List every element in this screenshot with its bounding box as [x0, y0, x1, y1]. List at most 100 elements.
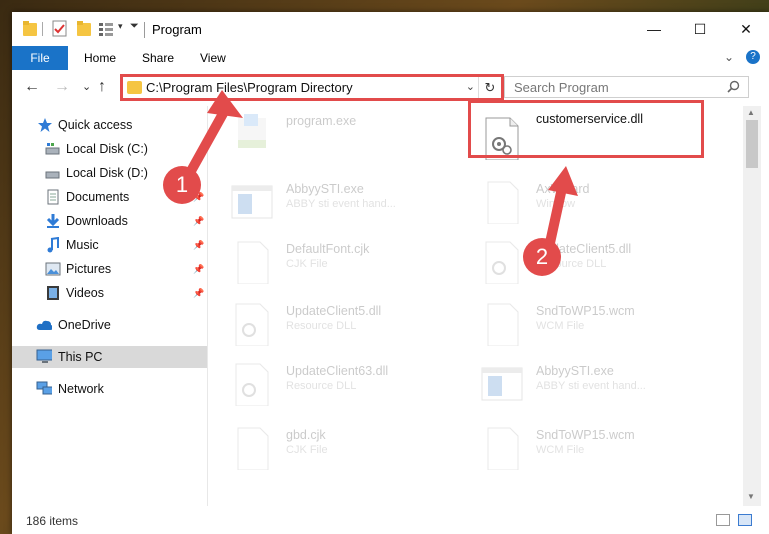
close-button[interactable]: ✕: [723, 12, 769, 46]
forward-button[interactable]: →: [54, 78, 70, 96]
file-item[interactable]: AbbyySTI.exe ABBY sti event hand...: [480, 358, 720, 408]
file-name: UpdateClient63.dll: [286, 364, 389, 378]
recent-locations-button[interactable]: ⌄: [82, 80, 91, 93]
file-item[interactable]: AbbyySTI.exe ABBY sti event hand...: [230, 176, 470, 226]
nav-label: Documents: [66, 190, 130, 204]
computer-icon: [36, 349, 52, 363]
file-item[interactable]: UpdateClient5.dll Resource DLL: [480, 236, 720, 286]
refresh-button[interactable]: ↻: [478, 77, 501, 98]
dll-gear-icon: [485, 241, 519, 284]
file-item[interactable]: UpdateClient5.dll Resource DLL: [230, 298, 470, 348]
file-type: ABBY sti event hand...: [286, 198, 396, 210]
drive-icon: [45, 171, 60, 179]
expand-ribbon-icon[interactable]: ⌄: [724, 50, 734, 64]
file-type: ABBY sti event hand...: [536, 380, 646, 392]
search-placeholder: Search Program: [514, 80, 609, 95]
new-folder-icon[interactable]: [76, 20, 92, 38]
app-window-icon: [231, 185, 273, 219]
view-options-icon[interactable]: [98, 20, 114, 38]
item-count: 186 items: [26, 514, 79, 528]
file-name: program.exe: [286, 114, 357, 128]
nav-label: This PC: [58, 350, 103, 364]
app-window-icon: [481, 367, 523, 401]
pictures-icon: [45, 262, 61, 276]
explorer-window: ▾ ⏷ Program — ☐ ✕ File Home Share View ⌄…: [12, 12, 769, 534]
window-title: Program: [152, 22, 202, 37]
customize-qa-dropdown-icon[interactable]: ▾: [118, 21, 123, 32]
nav-label: Videos: [66, 286, 104, 300]
music-icon: [47, 237, 59, 253]
file-type: Window: [536, 198, 576, 210]
nav-label: Local Disk (C:): [66, 142, 148, 156]
blank-file-icon: [487, 181, 519, 224]
file-item[interactable]: DefaultFont.cjk CJK File: [230, 236, 470, 286]
pin-icon[interactable]: 📌: [193, 264, 204, 275]
nav-item-onedrive[interactable]: OneDrive: [12, 314, 207, 336]
network-icon: [36, 381, 52, 395]
file-name: DefaultFont.cjk: [286, 242, 370, 256]
file-name: AbbyySTI.exe: [286, 182, 364, 196]
file-type: WCM File: [536, 444, 585, 456]
tiles-view-icon[interactable]: [738, 514, 752, 526]
nav-label: Music: [66, 238, 99, 252]
nav-item-music[interactable]: Music 📌: [12, 234, 207, 256]
nav-label: Local Disk (D:): [66, 166, 148, 180]
nav-label: Network: [58, 382, 104, 396]
nav-item-this-pc[interactable]: This PC: [12, 346, 207, 368]
address-path[interactable]: C:\Program Files\Program Directory: [146, 80, 353, 95]
file-name: gbd.cjk: [286, 428, 326, 442]
customize-qa-icon[interactable]: ⏷: [130, 20, 139, 33]
pin-icon[interactable]: 📌: [193, 216, 204, 227]
cloud-icon: [36, 320, 52, 330]
file-item[interactable]: AxWizard Window: [480, 176, 720, 226]
back-button[interactable]: ←: [24, 78, 40, 96]
file-item[interactable]: program.exe: [230, 108, 470, 158]
documents-icon: [47, 189, 59, 205]
scroll-up-icon[interactable]: ▲: [747, 108, 755, 117]
file-list: program.exe customerservice.dll AbbyySTI…: [208, 106, 743, 506]
nav-item-videos[interactable]: Videos 📌: [12, 282, 207, 304]
address-bar[interactable]: C:\Program Files\Program Directory ⌄ ↻: [120, 74, 504, 101]
help-icon[interactable]: ?: [746, 50, 760, 64]
file-item[interactable]: SndToWP15.wcm WCM File: [480, 422, 720, 472]
nav-item-local-disk-c[interactable]: Local Disk (C:): [12, 138, 207, 160]
search-input[interactable]: Search Program: [504, 76, 749, 98]
file-item[interactable]: gbd.cjk CJK File: [230, 422, 470, 472]
file-type: Resource DLL: [286, 320, 357, 332]
scrollbar-thumb[interactable]: [746, 120, 758, 168]
nav-label: Quick access: [58, 118, 133, 132]
nav-label: Downloads: [66, 214, 128, 228]
drive-icon: [45, 143, 60, 155]
file-item[interactable]: UpdateClient63.dll Resource DLL: [230, 358, 470, 408]
download-icon: [46, 214, 60, 228]
tab-home[interactable]: Home: [70, 46, 130, 70]
pin-icon[interactable]: 📌: [193, 288, 204, 299]
highlight-box-file: [468, 100, 704, 158]
scroll-down-icon[interactable]: ▼: [747, 492, 755, 501]
search-icon[interactable]: [727, 80, 740, 93]
details-view-icon[interactable]: [716, 514, 730, 526]
file-item[interactable]: SndToWP15.wcm WCM File: [480, 298, 720, 348]
nav-label: Pictures: [66, 262, 112, 276]
nav-item-network[interactable]: Network: [12, 378, 207, 400]
tab-view[interactable]: View: [186, 46, 240, 70]
nav-item-pictures[interactable]: Pictures 📌: [12, 258, 207, 280]
up-button[interactable]: ↑: [98, 78, 106, 96]
file-name: AbbyySTI.exe: [536, 364, 614, 378]
pin-icon[interactable]: 📌: [193, 240, 204, 251]
star-icon: [38, 118, 52, 132]
file-type: CJK File: [286, 258, 328, 270]
file-name: UpdateClient5.dll: [286, 304, 382, 318]
file-type: CJK File: [286, 444, 328, 456]
videos-icon: [47, 286, 59, 300]
vertical-scrollbar[interactable]: ▲ ▼: [743, 106, 761, 506]
blank-file-icon: [237, 241, 269, 284]
tab-share[interactable]: Share: [128, 46, 188, 70]
address-dropdown-icon[interactable]: ⌄: [466, 80, 475, 93]
installer-icon: [238, 114, 266, 148]
maximize-button[interactable]: ☐: [677, 12, 723, 46]
nav-item-downloads[interactable]: Downloads 📌: [12, 210, 207, 232]
minimize-button[interactable]: —: [631, 12, 677, 46]
properties-icon[interactable]: [52, 20, 68, 38]
nav-item-quick-access[interactable]: Quick access: [12, 114, 207, 136]
